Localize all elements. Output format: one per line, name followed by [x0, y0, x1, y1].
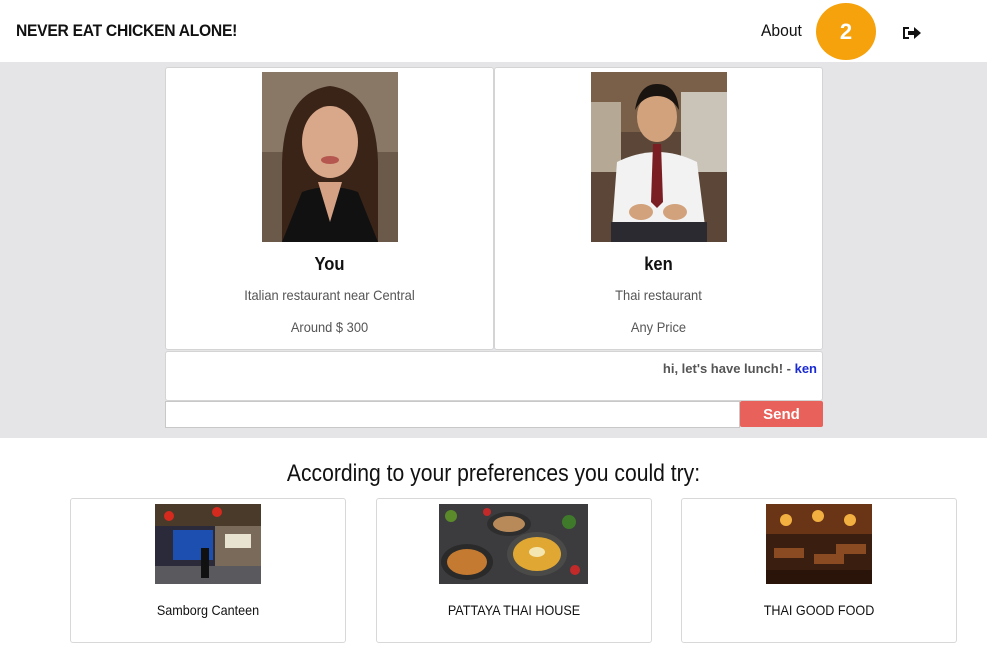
restaurant-photo — [766, 504, 872, 584]
chat-message-separator: - — [783, 361, 795, 376]
your-avatar — [262, 72, 398, 242]
send-button[interactable]: Send — [740, 401, 823, 427]
restaurant-name: PATTAYA THAI HOUSE — [447, 602, 581, 618]
restaurant-card[interactable]: PATTAYA THAI HOUSE — [376, 498, 652, 643]
restaurant-card[interactable]: Samborg Canteen — [70, 498, 346, 643]
your-preference: Italian restaurant near Central — [244, 287, 415, 303]
restaurant-card[interactable]: THAI GOOD FOOD — [681, 498, 957, 643]
recommendations-heading: According to your preferences you could … — [286, 460, 701, 487]
partner-name: ken — [644, 254, 673, 274]
brand-title[interactable]: NEVER EAT CHICKEN ALONE! — [16, 21, 237, 41]
chat-message-author[interactable]: ken — [795, 361, 817, 376]
restaurant-photo — [439, 504, 588, 584]
chat-input[interactable] — [165, 401, 740, 428]
partner-profile-card: ken Thai restaurant Any Price — [494, 67, 823, 350]
chat-message: hi, let's have lunch! - ken — [663, 361, 817, 376]
about-link[interactable]: About — [761, 21, 802, 41]
top-navbar: NEVER EAT CHICKEN ALONE! About 2 — [0, 0, 987, 62]
chat-log: hi, let's have lunch! - ken — [165, 351, 823, 401]
restaurant-name: Samborg Canteen — [156, 602, 260, 618]
notification-badge[interactable]: 2 — [816, 3, 876, 60]
your-profile-card: You Italian restaurant near Central Arou… — [165, 67, 494, 350]
partner-avatar — [591, 72, 727, 242]
chat-message-text: hi, let's have lunch! — [662, 361, 784, 376]
partner-preference: Thai restaurant — [615, 287, 702, 303]
sign-out-icon[interactable] — [902, 24, 922, 42]
restaurant-photo — [155, 504, 261, 584]
your-price: Around $ 300 — [290, 319, 369, 335]
partner-price: Any Price — [630, 319, 687, 335]
restaurant-name: THAI GOOD FOOD — [763, 602, 875, 618]
your-name: You — [314, 254, 345, 274]
